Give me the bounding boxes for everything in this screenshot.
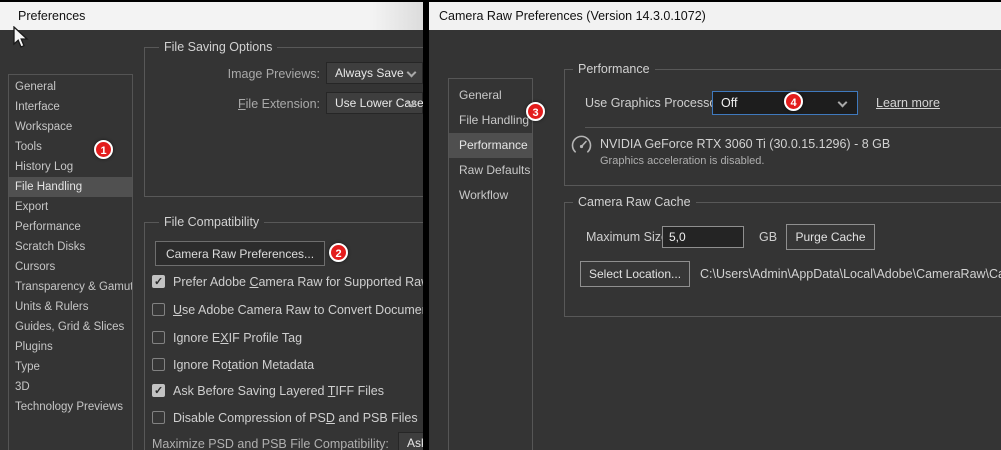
camera-raw-titlebar[interactable]: Camera Raw Preferences (Version 14.3.0.1… bbox=[429, 2, 1001, 30]
checkbox-row-use-acr-convert[interactable]: Use Adobe Camera Raw to Convert Document bbox=[152, 302, 423, 317]
image-previews-label: Image Previews: bbox=[227, 67, 320, 81]
checkbox-unchecked-icon[interactable] bbox=[152, 303, 165, 316]
checkbox-unchecked-icon[interactable] bbox=[152, 411, 165, 424]
gpu-name-text: NVIDIA GeForce RTX 3060 Ti (30.0.15.1296… bbox=[600, 137, 891, 151]
file-compatibility-legend: File Compatibility bbox=[159, 215, 265, 230]
sidebar-item-history-log[interactable]: History Log bbox=[9, 157, 132, 177]
sidebar-item-cursors[interactable]: Cursors bbox=[9, 257, 132, 277]
sidebar-item-transparency-gamut[interactable]: Transparency & Gamut bbox=[9, 277, 132, 297]
gpu-status-text: Graphics acceleration is disabled. bbox=[600, 155, 765, 167]
mouse-cursor-icon bbox=[13, 26, 29, 48]
camera-raw-preferences-button[interactable]: Camera Raw Preferences... bbox=[155, 241, 325, 266]
learn-more-link[interactable]: Learn more bbox=[876, 96, 940, 110]
checkbox-row-ignore-rotation[interactable]: Ignore Rotation Metadata bbox=[152, 357, 314, 372]
sidebar-item-interface[interactable]: Interface bbox=[9, 97, 132, 117]
maximum-size-label: Maximum Size: bbox=[586, 230, 672, 244]
camera-raw-preferences-dialog: Camera Raw Preferences (Version 14.3.0.1… bbox=[429, 0, 1001, 450]
screen: Preferences General Interface Workspace … bbox=[0, 0, 1001, 450]
sidebar-item-export[interactable]: Export bbox=[9, 197, 132, 217]
divider bbox=[585, 127, 1001, 128]
preferences-title: Preferences bbox=[18, 9, 86, 23]
gauge-icon bbox=[571, 135, 592, 153]
preferences-dialog: Preferences General Interface Workspace … bbox=[0, 0, 423, 450]
sidebar-item-scratch-disks[interactable]: Scratch Disks bbox=[9, 237, 132, 257]
performance-legend: Performance bbox=[573, 62, 655, 77]
sidebar-item-technology-previews[interactable]: Technology Previews bbox=[9, 397, 132, 417]
camera-raw-tab-list: General File Handling Performance Raw De… bbox=[448, 78, 533, 450]
tab-general[interactable]: General bbox=[449, 83, 532, 108]
checkbox-unchecked-icon[interactable] bbox=[152, 331, 165, 344]
sidebar-item-plugins[interactable]: Plugins bbox=[9, 337, 132, 357]
purge-cache-button[interactable]: Purge Cache bbox=[786, 224, 875, 250]
checkbox-row-disable-compression[interactable]: Disable Compression of PSD and PSB Files bbox=[152, 410, 418, 425]
chevron-down-icon bbox=[406, 67, 417, 78]
step-badge-4: 4 bbox=[784, 92, 803, 111]
file-extension-label: File Extension: bbox=[238, 97, 320, 111]
gb-unit-label: GB bbox=[759, 230, 778, 244]
camera-raw-title: Camera Raw Preferences (Version 14.3.0.1… bbox=[439, 9, 706, 23]
step-badge-1: 1 bbox=[94, 140, 113, 159]
sidebar-item-file-handling[interactable]: File Handling bbox=[9, 177, 132, 197]
use-graphics-processor-value: Off bbox=[721, 96, 738, 110]
sidebar-item-guides-grid-slices[interactable]: Guides, Grid & Slices bbox=[9, 317, 132, 337]
chevron-down-icon bbox=[837, 97, 848, 108]
tab-file-handling[interactable]: File Handling bbox=[449, 108, 532, 133]
sidebar-item-general[interactable]: General bbox=[9, 77, 132, 97]
checkbox-row-prefer-acr[interactable]: Prefer Adobe Camera Raw for Supported Ra… bbox=[152, 274, 423, 289]
checkbox-label: Ask Before Saving Layered TIFF Files bbox=[173, 383, 384, 398]
step-badge-3: 3 bbox=[526, 102, 545, 121]
sidebar-item-performance[interactable]: Performance bbox=[9, 217, 132, 237]
sidebar-item-3d[interactable]: 3D bbox=[9, 377, 132, 397]
sidebar-item-workspace[interactable]: Workspace bbox=[9, 117, 132, 137]
step-badge-2: 2 bbox=[329, 243, 348, 262]
maximize-compatibility-value: Ask bbox=[407, 436, 423, 450]
tab-performance[interactable]: Performance bbox=[449, 133, 532, 158]
checkbox-row-ask-tiff[interactable]: Ask Before Saving Layered TIFF Files bbox=[152, 383, 384, 398]
camera-raw-content: General File Handling Performance Raw De… bbox=[429, 30, 1001, 450]
checkbox-unchecked-icon[interactable] bbox=[152, 358, 165, 371]
checkbox-checked-icon[interactable] bbox=[152, 275, 165, 289]
sidebar-item-tools[interactable]: Tools bbox=[9, 137, 132, 157]
use-graphics-processor-label: Use Graphics Processor: bbox=[585, 96, 724, 110]
file-saving-options-legend: File Saving Options bbox=[159, 40, 278, 55]
image-previews-select[interactable]: Always Save bbox=[326, 62, 423, 84]
maximize-compatibility-select[interactable]: Ask bbox=[398, 432, 423, 450]
checkbox-label: Prefer Adobe Camera Raw for Supported Ra… bbox=[173, 274, 423, 289]
tab-raw-defaults[interactable]: Raw Defaults bbox=[449, 158, 532, 183]
file-extension-select[interactable]: Use Lower Case bbox=[326, 92, 423, 114]
checkbox-checked-icon[interactable] bbox=[152, 384, 165, 398]
camera-raw-cache-legend: Camera Raw Cache bbox=[573, 195, 696, 210]
camera-raw-cache-group: Camera Raw Cache bbox=[564, 195, 1001, 317]
sidebar-item-units-rulers[interactable]: Units & Rulers bbox=[9, 297, 132, 317]
checkbox-label: Ignore EXIF Profile Tag bbox=[173, 330, 303, 345]
checkbox-row-ignore-exif[interactable]: Ignore EXIF Profile Tag bbox=[152, 330, 302, 345]
cache-path-text: C:\Users\Admin\AppData\Local\Adobe\Camer… bbox=[700, 267, 1001, 281]
checkbox-label: Disable Compression of PSD and PSB Files bbox=[173, 410, 418, 425]
select-location-button[interactable]: Select Location... bbox=[580, 261, 690, 287]
preferences-content: General Interface Workspace Tools Histor… bbox=[0, 30, 423, 450]
preferences-sidebar: General Interface Workspace Tools Histor… bbox=[8, 74, 133, 450]
checkbox-label: Use Adobe Camera Raw to Convert Document bbox=[173, 302, 423, 317]
preferences-titlebar[interactable]: Preferences bbox=[0, 2, 423, 30]
image-previews-value: Always Save bbox=[335, 66, 404, 80]
sidebar-item-type[interactable]: Type bbox=[9, 357, 132, 377]
maximize-compatibility-label: Maximize PSD and PSB File Compatibility: bbox=[152, 437, 389, 450]
tab-workflow[interactable]: Workflow bbox=[449, 183, 532, 208]
checkbox-label: Ignore Rotation Metadata bbox=[173, 357, 315, 372]
maximum-size-input[interactable]: 5,0 bbox=[662, 226, 744, 248]
